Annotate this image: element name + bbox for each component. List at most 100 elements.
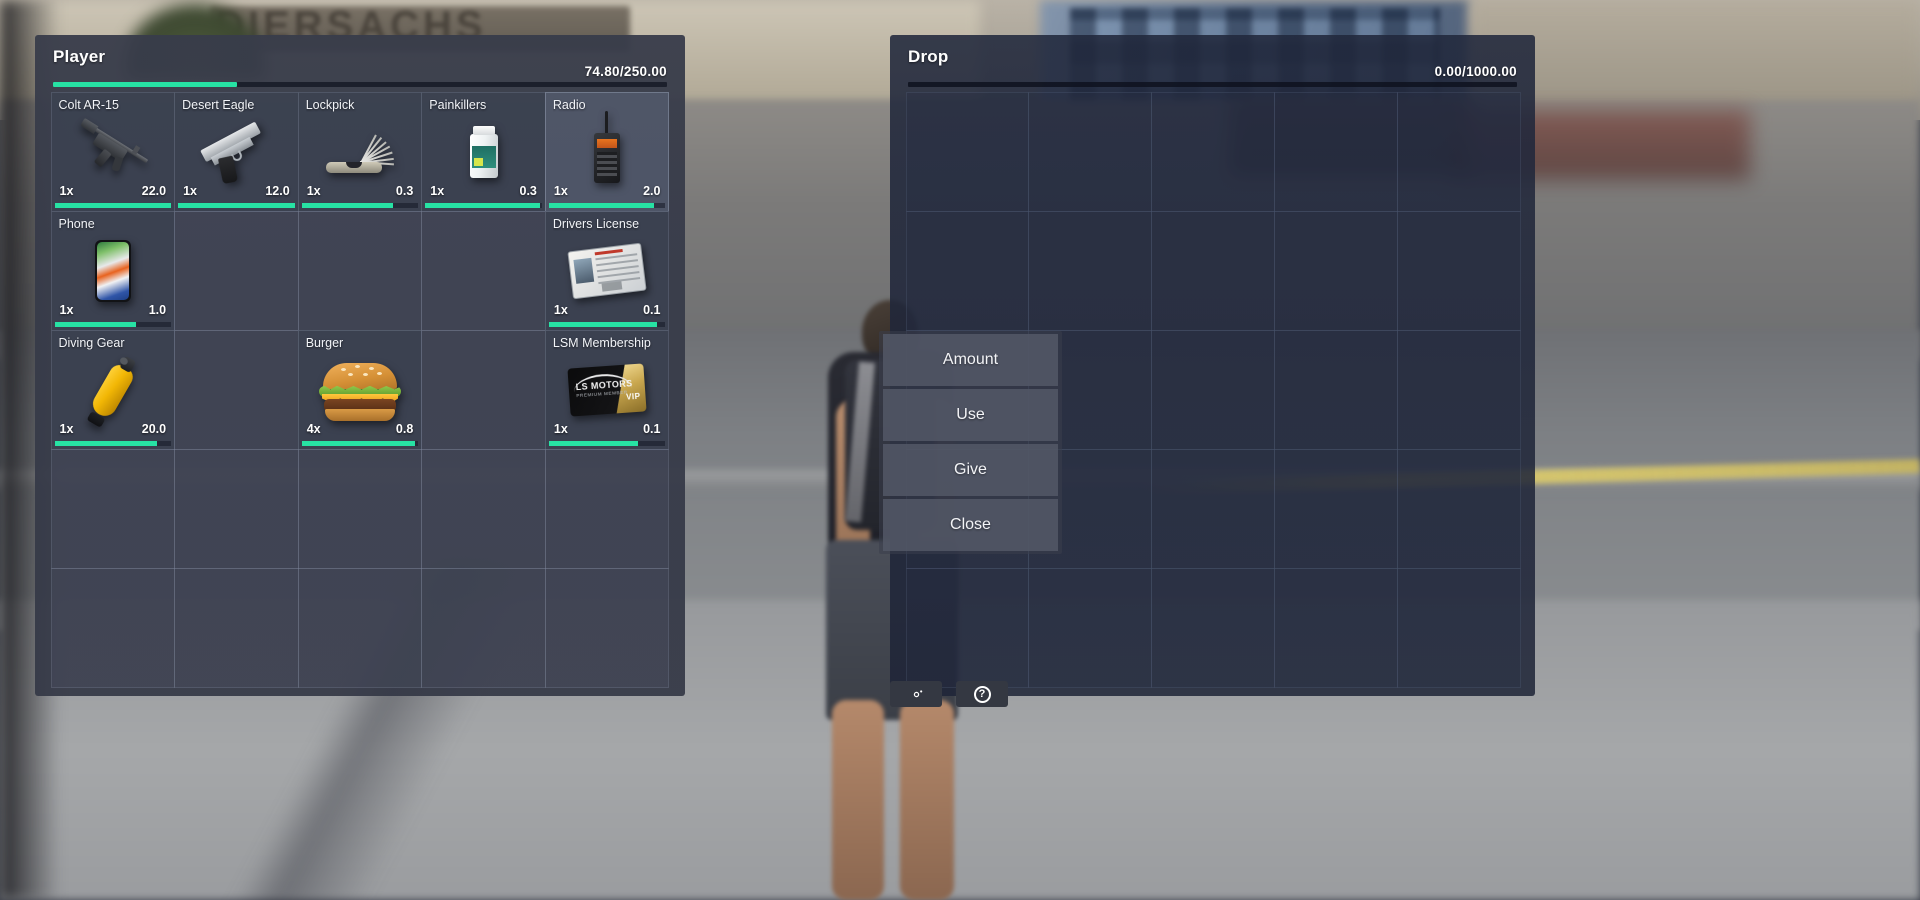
player-inventory-slot-filled[interactable]: LSM Membership LS MOTORS PREMIUM MEMBER VIP…: [544, 329, 670, 450]
item-durability-fill: [548, 202, 654, 208]
item-durability-fill: [425, 202, 540, 208]
player-inventory-slot-filled[interactable]: Burger 4x 0.8: [297, 329, 423, 450]
player-inventory-slot-empty[interactable]: [421, 210, 546, 331]
item-count: 1x: [59, 302, 74, 317]
drop-inventory-slot-empty[interactable]: [1273, 210, 1398, 331]
item-durability-fill: [54, 440, 158, 446]
item-durability-fill: [54, 202, 172, 208]
drop-inventory-slot-empty[interactable]: [905, 210, 1030, 331]
item-image: [546, 236, 669, 306]
item-name: Burger: [305, 335, 344, 350]
item-count: 1x: [59, 183, 74, 198]
item-image: [52, 236, 175, 306]
player-inventory-slot-empty[interactable]: [421, 567, 546, 688]
player-inventory-slot-empty[interactable]: [544, 448, 670, 569]
item-durability-fill: [548, 440, 638, 446]
item-image: [546, 110, 669, 187]
player-inventory-slot-empty[interactable]: [174, 210, 299, 331]
help-button[interactable]: ?: [956, 681, 1008, 707]
burger-item-icon: [317, 361, 403, 421]
player-inventory-slot-empty[interactable]: [297, 567, 423, 688]
item-name: Diving Gear: [58, 335, 125, 350]
item-image: [175, 117, 298, 187]
context-menu-item-close[interactable]: Close: [883, 499, 1058, 551]
item-name: Radio: [552, 97, 586, 112]
player-inventory-slot-filled[interactable]: Radio 1x 2.0: [544, 91, 670, 212]
drop-inventory-slot-empty[interactable]: [905, 567, 1030, 688]
drop-inventory-slot-empty[interactable]: [1396, 567, 1521, 688]
player-character-leg-right: [900, 700, 954, 900]
drop-inventory-slot-empty[interactable]: [1396, 91, 1521, 212]
context-menu-item-give[interactable]: Give: [883, 444, 1058, 496]
context-menu-item-amount[interactable]: Amount: [883, 334, 1058, 386]
item-weight: 20.0: [141, 421, 167, 436]
player-inventory-slot-empty[interactable]: [174, 448, 299, 569]
item-count: 1x: [183, 183, 197, 198]
drop-inventory-slot-empty[interactable]: [1273, 329, 1398, 450]
item-name: Colt AR-15: [58, 97, 119, 112]
drop-inventory-slot-empty[interactable]: [1396, 448, 1521, 569]
player-inventory-slot-filled[interactable]: Lockpick 1x 0.3: [297, 91, 423, 212]
drop-inventory-slot-empty[interactable]: [1396, 210, 1521, 331]
drop-inventory-slot-empty[interactable]: [1028, 91, 1153, 212]
item-durability-track: [548, 202, 666, 208]
player-inventory-slot-filled[interactable]: Desert Eagle 1x 12.0: [174, 91, 299, 212]
tank-item-icon: [79, 349, 146, 429]
item-durability-fill: [301, 440, 415, 446]
drop-inventory-slot-empty[interactable]: [1151, 448, 1275, 569]
player-inventory-slot-filled[interactable]: Diving Gear 1x 20.0: [50, 329, 176, 450]
drop-inventory-slot-empty[interactable]: [1151, 210, 1275, 331]
player-inventory-slot-empty[interactable]: [421, 448, 546, 569]
settings-button[interactable]: [890, 681, 942, 707]
player-inventory-slot-empty[interactable]: [297, 210, 423, 331]
item-durability-fill: [548, 321, 658, 327]
item-name: Drivers License: [552, 216, 640, 231]
player-inventory-slot-empty[interactable]: [50, 448, 176, 569]
item-weight: 2.0: [643, 183, 661, 198]
player-inventory-slot-empty[interactable]: [174, 567, 299, 688]
item-weight: 0.1: [643, 421, 661, 436]
player-inventory-slot-filled[interactable]: Painkillers 1x 0.3: [421, 91, 546, 212]
drop-inventory-slot-empty[interactable]: [1028, 210, 1153, 331]
item-durability-track: [301, 440, 419, 446]
drop-inventory-slot-empty[interactable]: [905, 91, 1030, 212]
item-weight: 0.8: [395, 421, 414, 436]
drop-inventory-slot-empty[interactable]: [1273, 91, 1398, 212]
player-inventory-grid[interactable]: Colt AR-15 1x 22.0 Desert Eagle 1x 12.0 Lockpi…: [50, 91, 670, 688]
item-context-menu: Amount Use Give Close: [879, 331, 1062, 554]
inventory-action-buttons: ?: [890, 681, 1008, 707]
player-inventory-slot-empty[interactable]: [297, 448, 423, 569]
item-durability-fill: [301, 202, 393, 208]
item-image: [299, 117, 422, 187]
drop-inventory-slot-empty[interactable]: [1396, 329, 1521, 450]
player-weight-bar-fill: [53, 82, 237, 87]
item-durability-track: [548, 440, 666, 446]
drop-inventory-slot-empty[interactable]: [1151, 567, 1275, 688]
player-inventory-slot-filled[interactable]: Phone 1x 1.0: [50, 210, 176, 331]
drop-inventory-slot-empty[interactable]: [1151, 91, 1275, 212]
player-inventory-slot-empty[interactable]: [174, 329, 299, 450]
drop-inventory-slot-empty[interactable]: [1273, 448, 1398, 569]
item-count: 4x: [306, 421, 321, 436]
item-count: 1x: [306, 183, 321, 198]
item-durability-fill: [178, 202, 295, 208]
lockpick-item-icon: [320, 124, 400, 180]
license-item-icon: [567, 242, 647, 299]
player-inventory-slot-filled[interactable]: Drivers License 1x 0.1: [544, 210, 670, 331]
item-count: 1x: [553, 183, 568, 198]
player-inventory-slot-empty[interactable]: [50, 567, 176, 688]
memcard-item-icon: LS MOTORS PREMIUM MEMBER VIP: [567, 362, 647, 417]
item-durability-track: [54, 202, 172, 208]
context-menu-item-use[interactable]: Use: [883, 389, 1058, 441]
drop-inventory-slot-empty[interactable]: [1273, 567, 1398, 688]
player-weight-label: 74.80/250.00: [584, 64, 667, 79]
item-name: Lockpick: [305, 97, 355, 112]
phone-item-icon: [94, 239, 131, 302]
drop-inventory-slot-empty[interactable]: [1028, 567, 1153, 688]
building-right: [1470, 0, 1920, 115]
item-image: [422, 117, 545, 187]
drop-inventory-slot-empty[interactable]: [1151, 329, 1275, 450]
player-inventory-slot-filled[interactable]: Colt AR-15 1x 22.0: [50, 91, 176, 212]
player-inventory-slot-empty[interactable]: [544, 567, 670, 688]
player-inventory-slot-empty[interactable]: [421, 329, 546, 450]
